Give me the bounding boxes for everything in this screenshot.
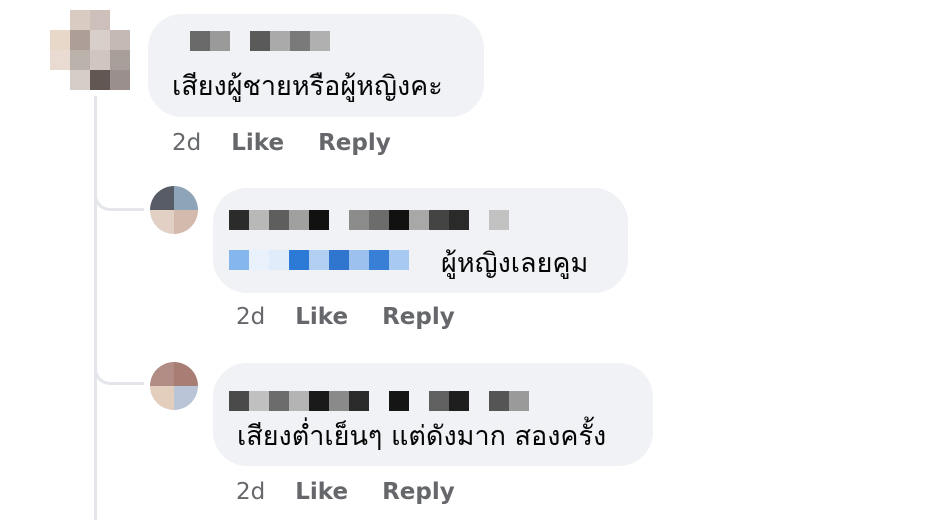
comment-actions: 2d Like Reply [172, 130, 391, 156]
timestamp[interactable]: 2d [236, 479, 265, 505]
reply-actions: 2d Like Reply [236, 479, 455, 505]
reply-bubble[interactable]: ผู้หญิงเลยคูม [213, 188, 628, 293]
avatar[interactable] [50, 10, 130, 90]
reply-connector [94, 193, 144, 211]
avatar[interactable] [150, 186, 198, 234]
author-name-blurred[interactable] [229, 210, 509, 230]
reply-text: ผู้หญิงเลยคูม [441, 248, 589, 279]
thread-line [94, 96, 97, 520]
like-button[interactable]: Like [231, 130, 284, 156]
like-button[interactable]: Like [295, 304, 348, 330]
reply-connector [94, 367, 144, 385]
reply-bubble[interactable]: เสียงต่ำเย็นๆ แต่ดังมาก สองครั้ง [213, 363, 653, 466]
timestamp[interactable]: 2d [236, 304, 265, 330]
timestamp[interactable]: 2d [172, 130, 201, 156]
reply-button[interactable]: Reply [382, 479, 455, 505]
comment-bubble[interactable]: เสียงผู้ชายหรือผู้หญิงคะ [148, 14, 484, 117]
reply-button[interactable]: Reply [318, 130, 391, 156]
reply-actions: 2d Like Reply [236, 304, 455, 330]
mention-tag-blurred[interactable] [229, 250, 409, 270]
author-name-blurred[interactable] [190, 31, 330, 51]
comment-text: เสียงผู้ชายหรือผู้หญิงคะ [172, 71, 443, 102]
author-name-blurred[interactable] [229, 391, 529, 411]
like-button[interactable]: Like [295, 479, 348, 505]
reply-button[interactable]: Reply [382, 304, 455, 330]
reply-text: เสียงต่ำเย็นๆ แต่ดังมาก สองครั้ง [237, 421, 607, 452]
avatar[interactable] [150, 362, 198, 410]
